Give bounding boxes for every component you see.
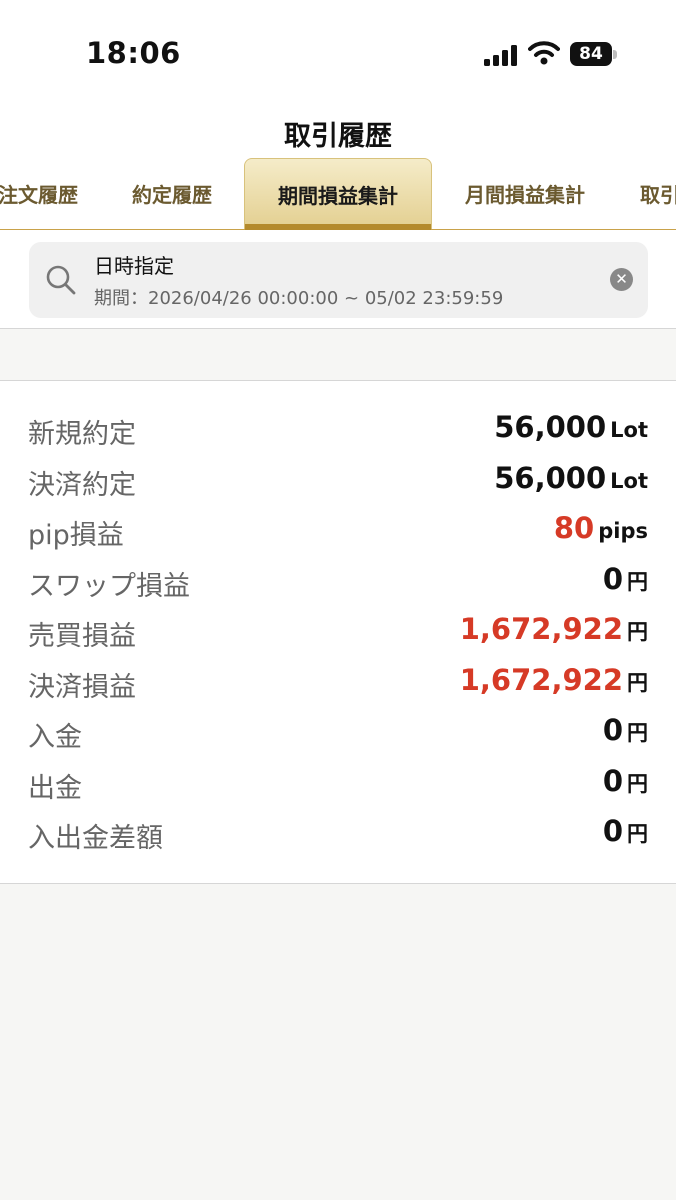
- tab-bar: 注文履歴 約定履歴 期間損益集計 月間損益集計 取引: [0, 158, 676, 232]
- page-title: 取引履歴: [284, 121, 392, 152]
- cellular-signal-icon: [484, 45, 517, 66]
- row-label: スワップ損益: [28, 571, 190, 602]
- row-value: 56,000: [494, 410, 607, 444]
- pnl-summary-list: 新規約定 56,000 Lot 決済約定 56,000 Lot pip損益 80 pi…: [0, 381, 676, 884]
- tab-period-pnl-summary[interactable]: 期間損益集計: [244, 158, 432, 232]
- tab-monthly-pnl-summary[interactable]: 月間損益集計: [450, 158, 600, 229]
- date-range-text: 期間：2026/04/26 00:00:00 ~ 05/02 23:59:59: [94, 288, 504, 309]
- tab-order-history[interactable]: 注文履歴: [0, 158, 88, 229]
- row-value: 80: [553, 511, 595, 545]
- row-value: 1,672,922: [459, 612, 623, 646]
- row-label: 出金: [28, 773, 82, 804]
- tab-execution-history[interactable]: 約定履歴: [116, 158, 228, 229]
- row-value: 0: [602, 562, 623, 596]
- row-label: 決済損益: [28, 672, 136, 703]
- row-label: pip損益: [28, 520, 124, 551]
- summary-row-swap-pnl: スワップ損益 0円: [0, 558, 676, 608]
- row-unit: Lot: [610, 469, 648, 493]
- row-unit: pips: [598, 519, 648, 543]
- row-value: 1,672,922: [459, 663, 623, 697]
- row-value: 0: [602, 713, 623, 747]
- summary-row-settlement-executions: 決済約定 56,000 Lot: [0, 457, 676, 507]
- date-filter-label: 日時指定: [94, 254, 174, 278]
- trade-history-screen: 18:06 84 取引履歴 注文履歴 約定履歴 期間損益集計 月間損益集計 取引…: [0, 0, 676, 1200]
- summary-row-trading-pnl: 売買損益 1,672,922 円: [0, 608, 676, 658]
- row-label: 新規約定: [28, 419, 136, 450]
- row-label: 決済約定: [28, 470, 136, 501]
- search-area: 日時指定 期間：2026/04/26 00:00:00 ~ 05/02 23:5…: [0, 230, 676, 329]
- summary-row-deposit: 入金 0円: [0, 709, 676, 759]
- summary-row-net-deposit: 入出金差額 0円: [0, 810, 676, 860]
- row-label: 入出金差額: [28, 823, 163, 854]
- header: 取引履歴 注文履歴 約定履歴 期間損益集計 月間損益集計 取引: [0, 100, 676, 232]
- section-gap: [0, 329, 676, 381]
- battery-level: 84: [579, 44, 603, 64]
- summary-row-settlement-pnl: 決済損益 1,672,922 円: [0, 659, 676, 709]
- row-value: 0: [602, 764, 623, 798]
- row-unit: Lot: [610, 418, 648, 442]
- row-unit: 円: [627, 570, 648, 594]
- clear-icon[interactable]: ✕: [610, 268, 633, 291]
- summary-row-pip-pnl: pip損益 80 pips: [0, 507, 676, 557]
- wifi-icon: [528, 41, 560, 65]
- battery-icon: 84: [570, 42, 612, 66]
- date-filter-field[interactable]: 日時指定 期間：2026/04/26 00:00:00 ~ 05/02 23:5…: [29, 242, 648, 318]
- row-label: 売買損益: [28, 621, 136, 652]
- search-icon: [46, 265, 76, 295]
- row-unit: 円: [627, 822, 648, 846]
- row-unit: 円: [627, 721, 648, 745]
- summary-row-withdrawal: 出金 0円: [0, 760, 676, 810]
- status-bar: 18:06 84: [0, 0, 676, 100]
- tab-trade[interactable]: 取引: [640, 158, 676, 229]
- battery-tip: [613, 50, 617, 59]
- row-unit: 円: [627, 620, 648, 644]
- row-value: 56,000: [494, 461, 607, 495]
- row-label: 入金: [28, 722, 82, 753]
- row-unit: 円: [627, 772, 648, 796]
- row-unit: 円: [627, 671, 648, 695]
- row-value: 0: [602, 814, 623, 848]
- status-time: 18:06: [86, 36, 181, 70]
- summary-row-new-executions: 新規約定 56,000 Lot: [0, 406, 676, 456]
